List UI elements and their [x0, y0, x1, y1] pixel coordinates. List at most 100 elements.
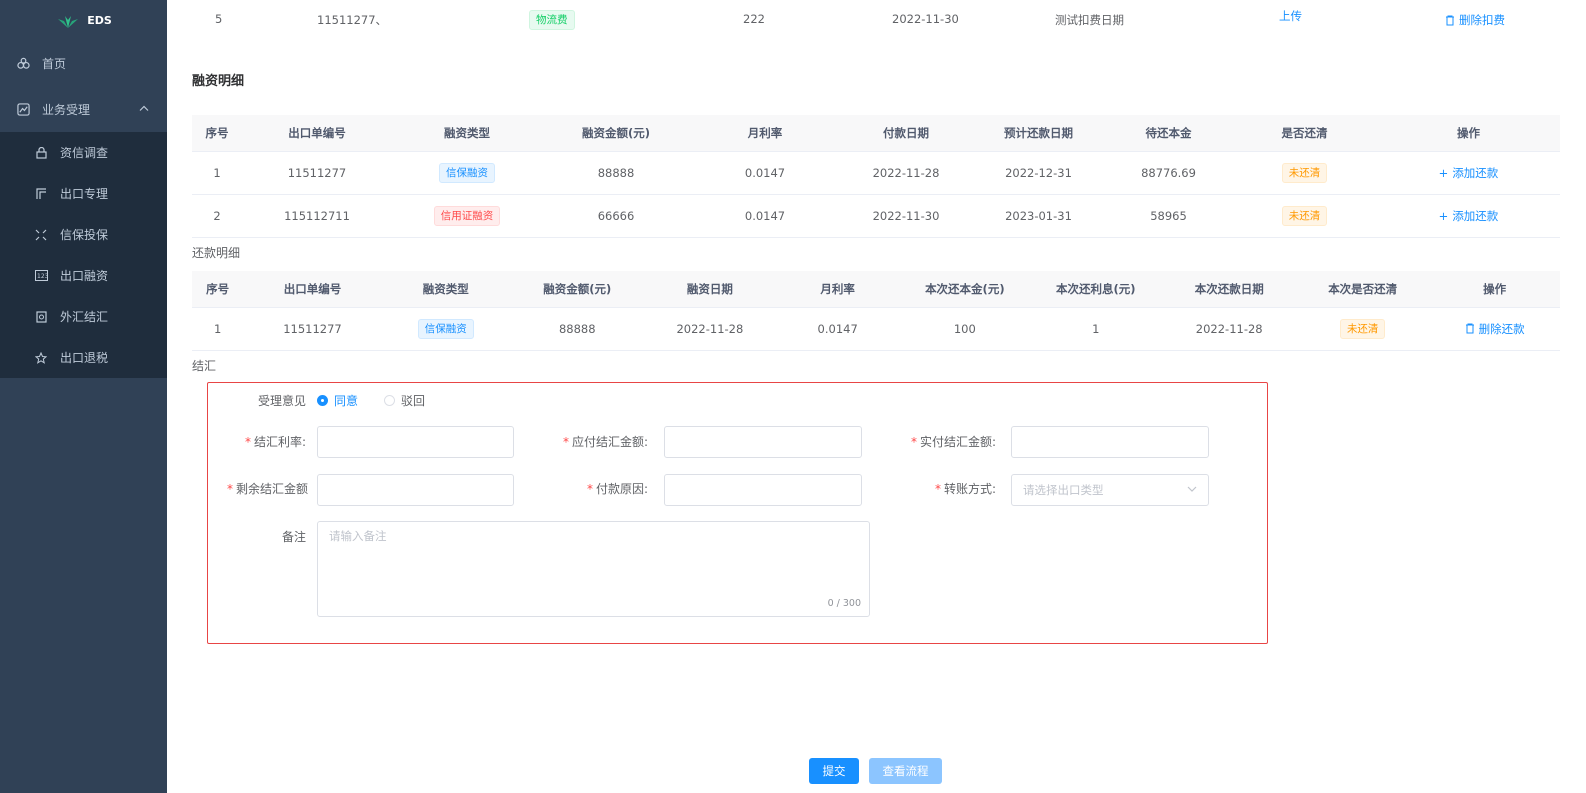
sidebar-item-label: 首页 — [42, 56, 67, 71]
star-icon — [34, 351, 48, 365]
trash-icon — [1446, 15, 1454, 25]
transfer-label: * 转账方式: — [934, 482, 996, 496]
radio-unchecked-icon — [384, 395, 395, 406]
pay-date-cell: 2022-11-28 — [840, 151, 972, 195]
due-date-cell: 2023-01-31 — [972, 194, 1105, 238]
sidebar-item-home[interactable]: 首页 — [0, 40, 167, 86]
type-tag: 信保融资 — [417, 319, 474, 339]
dashboard-icon — [16, 56, 30, 70]
column-header: 出口单编号 — [242, 115, 392, 152]
principal-cell: 58965 — [1105, 194, 1232, 238]
action-cell: + 添加还款 — [1377, 151, 1560, 195]
plus-icon: + — [1438, 209, 1449, 223]
top-row-date: 2022-11-30 — [892, 12, 959, 26]
logo[interactable]: EDS — [0, 0, 167, 40]
amount-cell: 66666 — [542, 194, 690, 238]
reason-input[interactable] — [664, 474, 862, 506]
delete-repayment-button[interactable]: 删除还款 — [1465, 322, 1525, 336]
sidebar-item-credit-check[interactable]: 资信调查 — [0, 132, 167, 173]
order-no-cell: 115112711 — [242, 194, 392, 238]
sidebar-item-label: 出口专理 — [60, 187, 109, 201]
radio-agree[interactable]: 同意 — [317, 392, 358, 409]
due-amount-label: * 应付结汇金额: — [562, 435, 648, 449]
rate-label: * 结汇利率: — [244, 435, 306, 449]
settlement-title: 结汇 — [192, 359, 217, 373]
transfer-select[interactable]: 请选择出口类型 — [1011, 474, 1209, 506]
amount-cell: 88888 — [542, 151, 690, 195]
upload-link[interactable]: 上传 — [1279, 8, 1302, 24]
index-cell: 1 — [192, 151, 242, 195]
top-row-desc: 测试扣费日期 — [1055, 13, 1124, 27]
type-cell: 信保融资 — [381, 307, 510, 351]
column-header: 序号 — [192, 115, 242, 152]
column-header: 本次还利息(元) — [1029, 271, 1163, 308]
submit-button[interactable]: 提交 — [809, 758, 859, 784]
sidebar-item-export-processing[interactable]: 出口专理 — [0, 173, 167, 214]
column-header: 出口单编号 — [243, 271, 382, 308]
add-repayment-button[interactable]: + 添加还款 — [1439, 166, 1499, 180]
order-no-cell: 11511277 — [242, 151, 392, 195]
table-row: 2 115112711 信用证融资 66666 0.0147 2022-11-30 2023… — [192, 194, 1560, 238]
top-row-index: 5 — [215, 12, 223, 26]
chevron-down-icon — [1187, 486, 1197, 492]
table-row: 1 11511277 信保融资 88888 2022-11-28 0.0147 100 1 20… — [192, 307, 1560, 351]
plus-icon: + — [1438, 166, 1449, 180]
lock-icon — [34, 146, 48, 160]
repayment-title: 还款明细 — [192, 246, 241, 260]
column-header: 付款日期 — [840, 115, 972, 152]
principal-cell: 100 — [900, 307, 1030, 351]
radio-checked-icon — [317, 395, 328, 406]
status-cell: 未还清 — [1296, 307, 1430, 351]
repay-date-cell: 2022-11-28 — [1162, 307, 1297, 351]
remain-input[interactable] — [317, 474, 514, 506]
add-repayment-button[interactable]: + 添加还款 — [1439, 209, 1499, 223]
rate-cell: 0.0147 — [690, 194, 840, 238]
settlement-form: 受理意见 同意 驳回 * 结汇利率: * 应付结汇金额: * 实付结汇金额: * 剩余结… — [207, 382, 1268, 644]
radio-reject[interactable]: 驳回 — [384, 392, 425, 409]
view-flow-button[interactable]: 查看流程 — [869, 758, 942, 784]
column-header: 本次还款日期 — [1162, 271, 1297, 308]
compress-icon — [34, 228, 48, 242]
action-cell: + 添加还款 — [1377, 194, 1560, 238]
sidebar-item-tax-refund[interactable]: 出口退税 — [0, 337, 167, 378]
rate-cell: 0.0147 — [774, 307, 901, 351]
rate-input[interactable] — [317, 426, 514, 458]
column-header: 本次还本金(元) — [900, 271, 1030, 308]
sidebar-item-label: 信保投保 — [60, 228, 109, 242]
status-cell: 未还清 — [1232, 194, 1377, 238]
repayment-table: 序号 出口单编号 融资类型 融资金额(元) 融资日期 月利率 本次还本金(元) 本次还利息(元… — [192, 271, 1560, 351]
column-header: 月利率 — [774, 271, 901, 308]
financing-title: 融资明细 — [192, 74, 245, 89]
delete-fee-button[interactable]: 删除扣费 — [1445, 12, 1505, 28]
column-header: 融资类型 — [381, 271, 510, 308]
status-badge: 未还清 — [1339, 319, 1386, 339]
sidebar-item-label: 出口融资 — [60, 269, 109, 283]
remark-textarea[interactable]: 请输入备注 0 / 300 — [317, 521, 870, 617]
index-cell: 2 — [192, 194, 242, 238]
due-amount-input[interactable] — [664, 426, 862, 458]
index-cell: 1 — [192, 307, 244, 351]
remark-label: 备注 — [281, 530, 306, 544]
sidebar-item-export-financing[interactable]: 123 出口融资 — [0, 255, 167, 296]
column-header: 本次是否还清 — [1296, 271, 1430, 308]
number-icon: 123 — [34, 269, 48, 283]
type-cell: 信用证融资 — [392, 194, 542, 238]
column-header: 操作 — [1429, 271, 1560, 308]
status-badge: 未还清 — [1281, 206, 1328, 226]
column-header: 待还本金 — [1105, 115, 1232, 152]
column-header: 是否还清 — [1232, 115, 1377, 152]
order-no-cell: 11511277 — [243, 307, 382, 351]
table-header: 序号 出口单编号 融资类型 融资金额(元) 月利率 付款日期 预计还款日期 待还本金 是否还清操… — [192, 115, 1560, 152]
type-tag: 信用证融资 — [433, 206, 501, 226]
sidebar-item-insurance[interactable]: 信保投保 — [0, 214, 167, 255]
sidebar-item-forex-settlement[interactable]: 外汇结汇 — [0, 296, 167, 337]
column-header: 操作 — [1377, 115, 1560, 152]
top-row-amount: 222 — [743, 12, 765, 26]
rate-cell: 0.0147 — [690, 151, 840, 195]
paid-amount-input[interactable] — [1011, 426, 1209, 458]
sidebar-item-business[interactable]: 业务受理 — [0, 86, 167, 132]
column-header: 融资类型 — [392, 115, 542, 152]
column-header: 序号 — [192, 271, 244, 308]
reason-label: * 付款原因: — [586, 482, 648, 496]
logo-text: EDS — [87, 13, 112, 27]
